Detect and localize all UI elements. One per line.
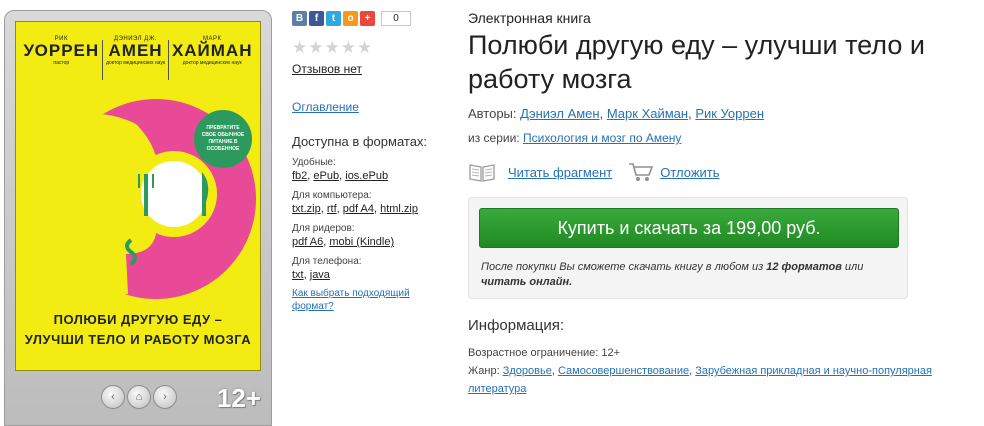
next-page-button[interactable]: › <box>153 385 177 409</box>
odnoklassniki-icon[interactable]: о <box>343 10 358 26</box>
series-link[interactable]: Психология и мозг по Амену <box>523 131 681 145</box>
format-help-link[interactable]: Как выбрать подходящий формат? <box>292 287 442 313</box>
author-link[interactable]: Рик Уоррен <box>695 106 764 121</box>
age-restriction: Возрастное ограничение: 12+ <box>468 347 621 359</box>
book-type: Электронная книга <box>468 10 591 26</box>
reader-device: РИК УОРРЕН пастор ДЭНИЭЛ ДЖ. АМЕН доктор… <box>4 10 272 426</box>
format-group-label: Для ридеров: <box>292 223 355 234</box>
format-list: txt.zip, rtf, pdf A4, html.zip <box>292 203 418 215</box>
home-button[interactable]: ⌂ <box>127 385 151 409</box>
share-bar: В f t о + 0 <box>292 10 442 26</box>
book-cover[interactable]: РИК УОРРЕН пастор ДЭНИЭЛ ДЖ. АМЕН доктор… <box>15 21 261 371</box>
cover-author-role: доктор медицинских наук <box>182 60 242 66</box>
format-group-label: Для телефона: <box>292 256 362 267</box>
series-row: из серии: Психология и мозг по Амену <box>468 131 984 145</box>
author-link[interactable]: Марк Хайман <box>607 106 688 121</box>
rating-stars[interactable]: ★★★★★ <box>292 38 442 58</box>
format-link[interactable]: java <box>310 269 330 281</box>
format-link[interactable]: pdf A4 <box>343 203 374 215</box>
purchase-note-text: После покупки Вы сможете скачать книгу в… <box>481 261 767 273</box>
book-details: Электронная книга Полюби другую еду – ул… <box>468 10 984 398</box>
format-link[interactable]: html.zip <box>380 203 418 215</box>
genre-link[interactable]: Здоровье <box>503 365 552 377</box>
info-title: Информация: <box>468 317 565 334</box>
format-link[interactable]: ePub <box>313 170 339 182</box>
book-sidebar: В f t о + 0 ★★★★★ Отзывов нет Оглавление… <box>292 10 442 313</box>
cover-author-role: доктор медицинских наук <box>106 60 165 66</box>
reviews-link[interactable]: Отзывов нет <box>292 62 362 76</box>
chevron-left-icon: ‹ <box>111 391 115 403</box>
cover-divider <box>167 40 169 80</box>
cover-badge: ПРЕВРАТИТЕ СВОЕ ОБЫЧНОЕ ПИТАНИЕ В ОСОБЕН… <box>194 110 252 168</box>
cover-author: МАРК ХАЙМАН доктор медицинских наук <box>172 36 253 80</box>
author-link[interactable]: Дэниэл Амен <box>520 106 599 121</box>
age-rating-badge: 12+ <box>216 383 261 413</box>
open-book-icon <box>469 164 495 182</box>
cart-icon <box>629 163 654 181</box>
formats-title: Доступна в форматах: <box>292 134 428 149</box>
plus-icon[interactable]: + <box>360 10 375 26</box>
info-section: Возрастное ограничение: 12+ Жанр: Здоров… <box>468 344 984 398</box>
home-icon: ⌂ <box>135 391 143 403</box>
genre-link[interactable]: Самосовершенствование <box>558 365 689 377</box>
purchase-note-text: или <box>841 261 864 273</box>
cover-author-last: УОРРЕН <box>23 41 100 60</box>
cover-title: ПОЛЮБИ ДРУГУЮ ЕДУ – УЛУЧШИ ТЕЛО И РАБОТУ… <box>16 310 260 350</box>
prev-page-button[interactable]: ‹ <box>101 385 125 409</box>
twitter-icon[interactable]: t <box>326 10 341 26</box>
purchase-panel: Купить и скачать за 199,00 руб. После по… <box>468 197 908 299</box>
cover-authors: РИК УОРРЕН пастор ДЭНИЭЛ ДЖ. АМЕН доктор… <box>16 36 260 80</box>
cover-title-line: ПОЛЮБИ ДРУГУЮ ЕДУ – <box>53 312 223 327</box>
device-controls: ‹ ⌂ › 12+ <box>5 379 271 419</box>
genre-row: Жанр: Здоровье, Самосовершенствование, З… <box>468 365 932 395</box>
purchase-note-formats: 12 форматов <box>766 261 842 273</box>
book-actions: Читать фрагмент Отложить <box>468 161 984 183</box>
chevron-right-icon: › <box>163 391 167 403</box>
format-group: Удобные: fb2, ePub, ios.ePub <box>292 157 442 182</box>
purchase-note: После покупки Вы сможете скачать книгу в… <box>481 260 897 290</box>
cover-author: ДЭНИЭЛ ДЖ. АМЕН доктор медицинских наук <box>106 36 165 80</box>
share-count: 0 <box>381 10 411 26</box>
cover-author-last: ХАЙМАН <box>171 41 253 60</box>
cover-author: РИК УОРРЕН пастор <box>23 36 99 80</box>
format-link[interactable]: rtf <box>327 203 337 215</box>
format-group: Для компьютера: txt.zip, rtf, pdf A4, ht… <box>292 190 442 215</box>
format-link[interactable]: ios.ePub <box>345 170 388 182</box>
facebook-icon[interactable]: f <box>309 10 324 26</box>
format-link[interactable]: txt <box>292 269 304 281</box>
cover-divider <box>102 40 104 80</box>
format-list: txt, java <box>292 269 330 281</box>
buy-download-button[interactable]: Купить и скачать за 199,00 руб. <box>479 208 899 248</box>
read-fragment-link[interactable]: Читать фрагмент <box>508 165 612 180</box>
format-group-label: Для компьютера: <box>292 190 372 201</box>
format-group-label: Удобные: <box>292 157 336 168</box>
format-link[interactable]: pdf A6 <box>292 236 323 248</box>
cover-title-line: УЛУЧШИ ТЕЛО И РАБОТУ МОЗГА <box>24 332 252 347</box>
cover-author-role: пастор <box>53 60 70 66</box>
authors-row: Авторы: Дэниэл Амен, Марк Хайман, Рик Уо… <box>468 106 765 121</box>
format-group: Для ридеров: pdf A6, mobi (Kindle) <box>292 223 442 248</box>
format-list: pdf A6, mobi (Kindle) <box>292 236 395 248</box>
cover-author-last: АМЕН <box>108 41 163 60</box>
toc-link[interactable]: Оглавление <box>292 100 359 114</box>
genre-label: Жанр: <box>468 365 500 377</box>
format-list: fb2, ePub, ios.ePub <box>292 170 389 182</box>
authors-label: Авторы: <box>468 106 517 121</box>
purchase-note-online: читать онлайн. <box>481 276 573 288</box>
page-title: Полюби другую еду – улучши тело и работу… <box>468 30 925 94</box>
format-group: Для телефона: txt, java <box>292 256 442 281</box>
format-link[interactable]: fb2 <box>292 170 307 182</box>
format-link[interactable]: mobi (Kindle) <box>329 236 394 248</box>
vk-icon[interactable]: В <box>292 10 307 26</box>
series-label: из серии: <box>468 131 520 145</box>
postpone-link[interactable]: Отложить <box>660 165 719 180</box>
format-link[interactable]: txt.zip <box>292 203 321 215</box>
